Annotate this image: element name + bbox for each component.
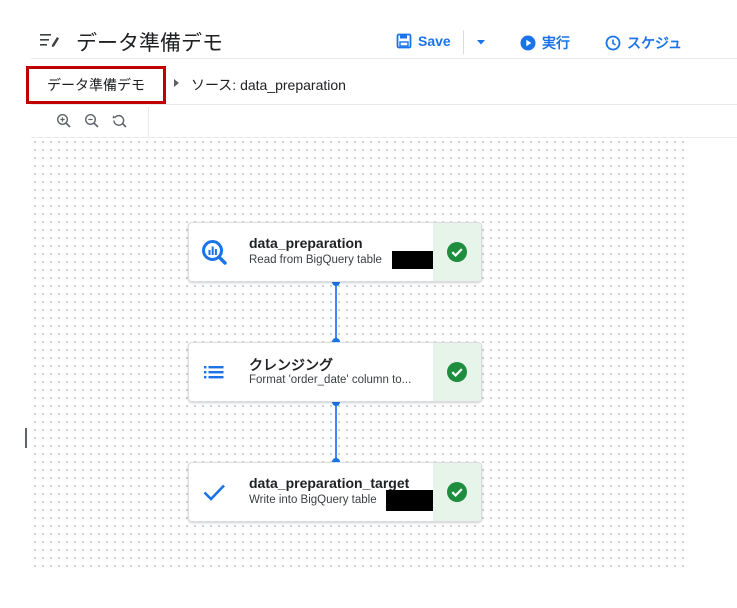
schedule-label: スケジュ [627,35,683,51]
menu-icon[interactable] [40,32,60,48]
pipeline-node-transform[interactable]: クレンジング Format 'order_date' column to... [188,342,482,402]
save-button[interactable]: Save [396,33,451,49]
panel-resize-handle[interactable] [25,428,27,448]
zoom-reset-icon[interactable] [111,112,129,130]
app-header: データ準備デモ Save 実行 スケジュ [0,0,737,58]
header-divider [31,58,737,59]
clock-icon [605,35,621,51]
list-icon [204,366,224,379]
node-description: Read from BigQuery table [249,254,382,266]
breadcrumb-source[interactable]: ソース: data_preparation [191,75,346,95]
zoom-divider [148,107,149,137]
node-status [433,343,481,401]
node-status [433,223,481,281]
redacted-table-name [386,490,436,511]
page-title: データ準備デモ [76,31,223,55]
node-description: Write into BigQuery table [249,494,377,506]
success-check-icon [447,482,467,502]
play-icon [520,35,536,51]
breadcrumb-separator-icon [174,79,179,87]
success-check-icon [447,242,467,262]
run-label: 実行 [542,35,570,51]
node-name: クレンジング [249,357,333,373]
node-status [433,463,481,521]
schedule-button[interactable]: スケジュ [605,33,682,53]
save-icon [396,33,412,49]
success-check-icon [447,362,467,382]
save-options-dropdown-icon[interactable] [474,35,488,49]
bigquery-icon [202,240,227,265]
toolbar-divider [463,30,464,54]
edge-2-3 [335,402,337,462]
zoom-out-icon[interactable] [83,112,101,130]
edge-1-2 [335,282,337,342]
pipeline-node-source[interactable]: data_preparation Read from BigQuery tabl… [188,222,482,282]
run-button[interactable]: 実行 [520,33,570,53]
pipeline-node-target[interactable]: data_preparation_target Write into BigQu… [188,462,482,522]
breadcrumb-current[interactable]: データ準備デモ [26,66,166,104]
breadcrumb-divider [31,104,737,105]
node-description: Format 'order_date' column to... [249,374,412,386]
save-label: Save [418,33,451,49]
check-icon [203,484,225,501]
node-name: data_preparation_target [249,475,410,491]
node-name: data_preparation [249,235,363,251]
zoom-in-icon[interactable] [55,112,73,130]
